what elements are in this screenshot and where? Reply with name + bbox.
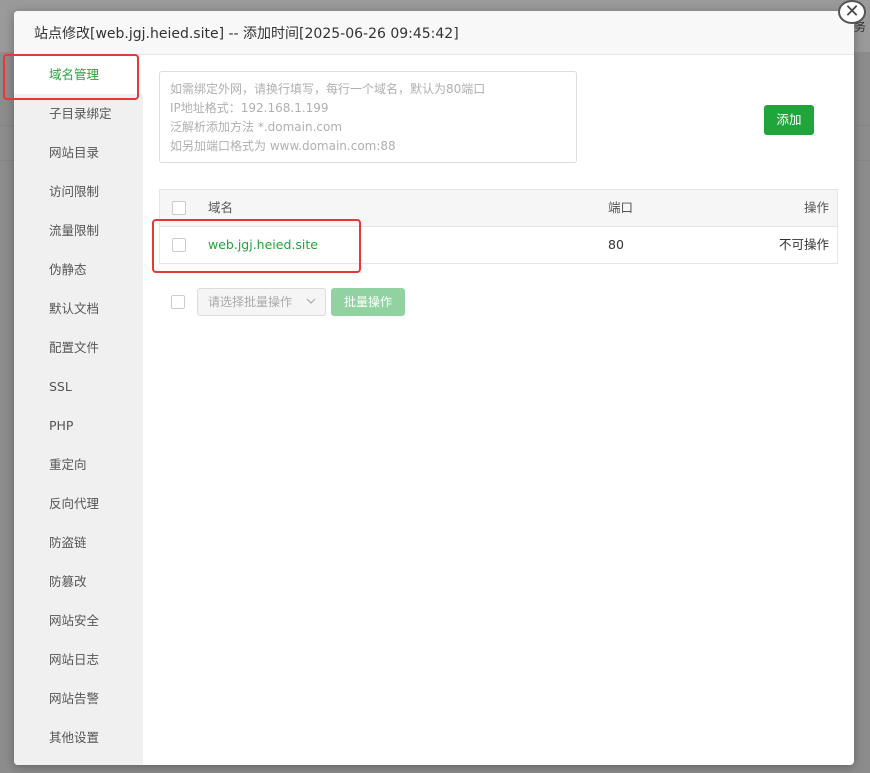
settings-sidebar: 域名管理 子目录绑定 网站目录 访问限制 流量限制 伪静态 默认文档 配置文件 … — [14, 55, 143, 765]
batch-select-all-checkbox[interactable] — [171, 295, 185, 309]
sidebar-item-php[interactable]: PHP — [14, 406, 143, 445]
row-checkbox[interactable] — [172, 238, 186, 252]
batch-toolbar: 请选择批量操作 批量操作 — [159, 288, 459, 318]
dialog-title: 站点修改[web.jgj.heied.site] -- 添加时间[2025-06… — [14, 11, 854, 55]
batch-action-select[interactable]: 请选择批量操作 — [197, 288, 326, 316]
batch-operation-button[interactable]: 批量操作 — [331, 288, 405, 316]
port-value: 80 — [608, 237, 624, 252]
domain-table: 域名 端口 操作 web.jgj.heied.site 80 不可操作 — [159, 189, 838, 264]
sidebar-item-reverse-proxy[interactable]: 反向代理 — [14, 484, 143, 523]
sidebar-item-access-restriction[interactable]: 访问限制 — [14, 172, 143, 211]
site-edit-dialog: 站点修改[web.jgj.heied.site] -- 添加时间[2025-06… — [14, 11, 854, 765]
table-header: 域名 端口 操作 — [160, 190, 837, 227]
add-domain-button[interactable]: 添加 — [764, 105, 814, 135]
close-icon[interactable]: ✕ — [838, 0, 866, 24]
sidebar-item-other-settings[interactable]: 其他设置 — [14, 718, 143, 757]
batch-action-select-value: 请选择批量操作 — [208, 295, 293, 309]
select-all-checkbox[interactable] — [172, 201, 186, 215]
sidebar-item-subdirectory-binding[interactable]: 子目录绑定 — [14, 94, 143, 133]
sidebar-item-site-directory[interactable]: 网站目录 — [14, 133, 143, 172]
chevron-down-icon — [305, 289, 317, 324]
sidebar-item-domain-management[interactable]: 域名管理 — [14, 55, 143, 94]
sidebar-item-site-security[interactable]: 网站安全 — [14, 601, 143, 640]
column-header-action: 操作 — [803, 200, 829, 215]
sidebar-item-redirect[interactable]: 重定向 — [14, 445, 143, 484]
domain-management-panel: 添加 域名 端口 操作 web.jgj.heied.site 80 不可操作 — [143, 55, 854, 765]
sidebar-item-config-file[interactable]: 配置文件 — [14, 328, 143, 367]
column-header-domain: 域名 — [208, 200, 234, 215]
table-row: web.jgj.heied.site 80 不可操作 — [160, 227, 837, 263]
sidebar-item-ssl[interactable]: SSL — [14, 367, 143, 406]
sidebar-item-hotlink-protection[interactable]: 防盗链 — [14, 523, 143, 562]
sidebar-item-traffic-limit[interactable]: 流量限制 — [14, 211, 143, 250]
sidebar-item-site-logs[interactable]: 网站日志 — [14, 640, 143, 679]
sidebar-item-default-document[interactable]: 默认文档 — [14, 289, 143, 328]
sidebar-item-site-alerts[interactable]: 网站告警 — [14, 679, 143, 718]
domain-link[interactable]: web.jgj.heied.site — [208, 227, 318, 263]
sidebar-item-tamper-protection[interactable]: 防篡改 — [14, 562, 143, 601]
sidebar-item-rewrite[interactable]: 伪静态 — [14, 250, 143, 289]
action-status: 不可操作 — [778, 237, 829, 252]
column-header-port: 端口 — [608, 200, 634, 215]
domain-input[interactable] — [159, 71, 577, 163]
dialog-body: 域名管理 子目录绑定 网站目录 访问限制 流量限制 伪静态 默认文档 配置文件 … — [14, 55, 854, 765]
